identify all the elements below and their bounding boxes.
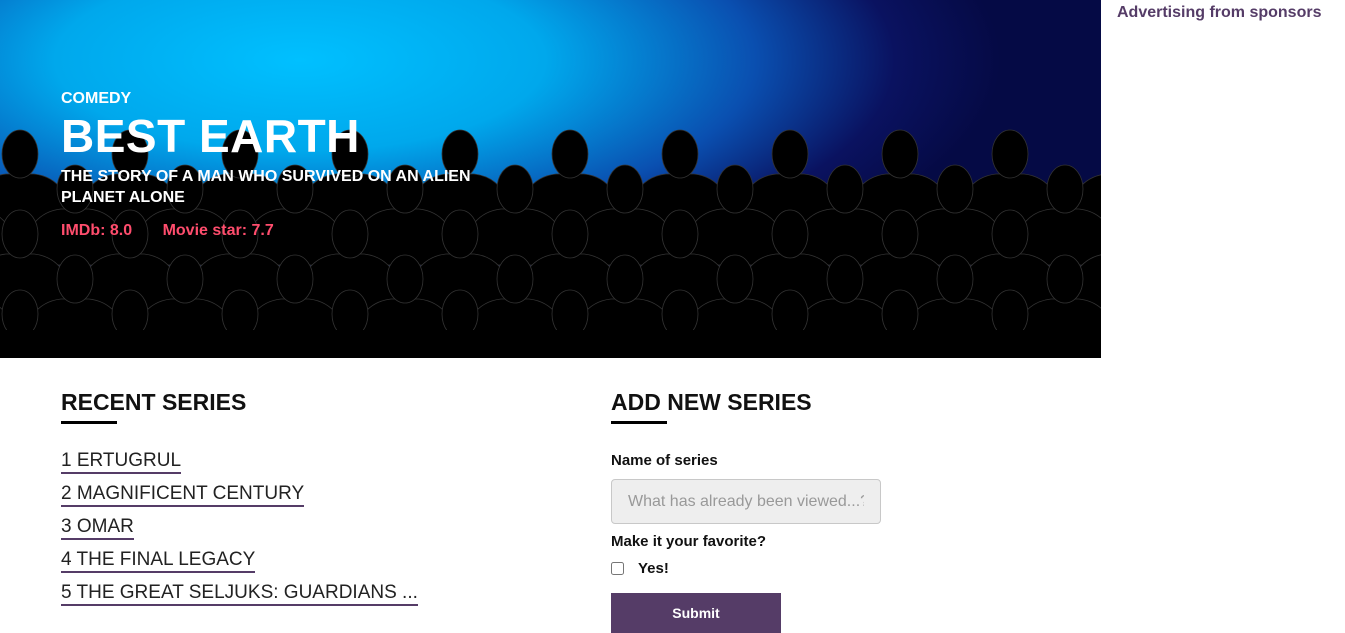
yes-label: Yes!	[638, 560, 669, 577]
movie-star-rating: Movie star: 7.7	[162, 222, 274, 239]
recent-series-list: 1 ERTUGRUL 2 MAGNIFICENT CENTURY 3 OMAR …	[61, 450, 418, 615]
series-link[interactable]: 1 ERTUGRUL	[61, 450, 182, 474]
favorite-checkbox[interactable]	[611, 562, 624, 575]
list-item: 1 ERTUGRUL	[61, 450, 418, 483]
hero-tagline: THE STORY OF A MAN WHO SURVIVED ON AN AL…	[61, 168, 471, 206]
list-item: 4 THE FINAL LEGACY	[61, 549, 418, 582]
hero-title: BEST EARTH	[61, 110, 360, 162]
add-series-form: Name of series Make it your favorite? Ye…	[611, 452, 881, 633]
add-series-heading: ADD NEW SERIES	[611, 389, 812, 424]
recent-series-heading: RECENT SERIES	[61, 389, 247, 424]
imdb-rating: IMDb: 8.0	[61, 222, 133, 239]
hero-genre: COMEDY	[61, 90, 132, 107]
hero-banner: COMEDY BEST EARTH THE STORY OF A MAN WHO…	[0, 0, 1101, 358]
name-label: Name of series	[611, 452, 718, 469]
list-item: 3 OMAR	[61, 516, 418, 549]
submit-button[interactable]: Submit	[611, 593, 781, 633]
series-link[interactable]: 2 MAGNIFICENT CENTURY	[61, 483, 305, 507]
list-item: 2 MAGNIFICENT CENTURY	[61, 483, 418, 516]
series-link[interactable]: 5 THE GREAT SELJUKS: GUARDIANS ...	[61, 582, 418, 606]
series-link[interactable]: 3 OMAR	[61, 516, 134, 540]
favorite-label: Make it your favorite?	[611, 533, 767, 550]
ads-label: Advertising from sponsors	[1117, 4, 1322, 21]
series-name-input[interactable]	[611, 479, 881, 524]
list-item: 5 THE GREAT SELJUKS: GUARDIANS ...	[61, 582, 418, 615]
series-link[interactable]: 4 THE FINAL LEGACY	[61, 549, 256, 573]
